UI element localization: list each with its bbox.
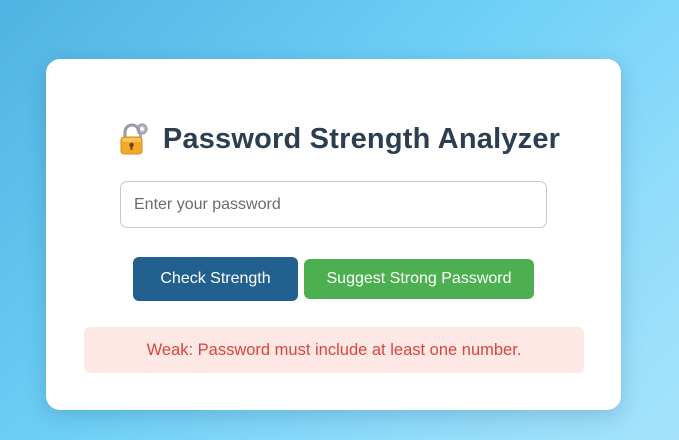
- lock-with-key-icon: [119, 122, 149, 156]
- check-strength-button[interactable]: Check Strength: [133, 257, 298, 301]
- result-text: Weak: Password must include at least one…: [146, 340, 522, 359]
- password-input[interactable]: [120, 181, 547, 228]
- strength-result-message: Weak: Password must include at least one…: [84, 327, 584, 373]
- header: Password Strength Analyzer: [0, 119, 679, 159]
- suggest-password-button[interactable]: Suggest Strong Password: [304, 259, 534, 299]
- page-title: Password Strength Analyzer: [162, 122, 561, 155]
